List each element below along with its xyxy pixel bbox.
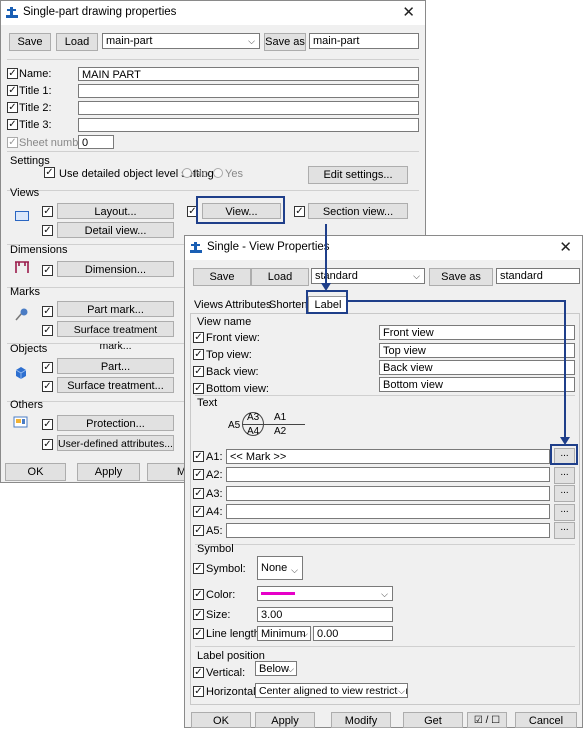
callout-arrows: [321, 224, 570, 445]
